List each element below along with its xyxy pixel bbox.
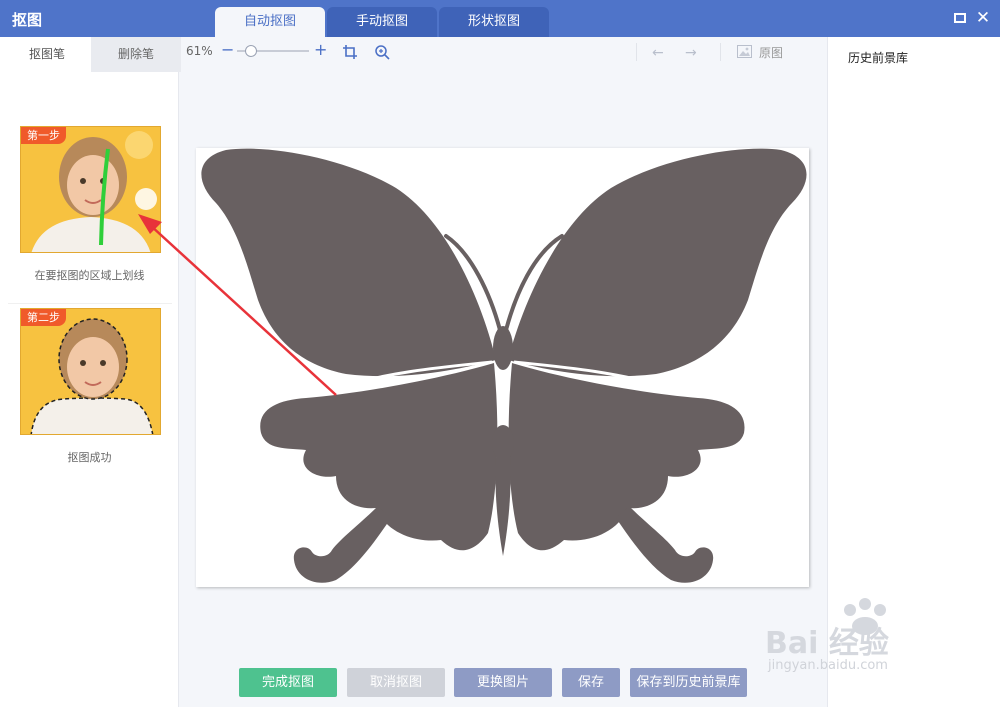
zoom-in-button[interactable]: + <box>314 40 327 59</box>
magnifier-icon[interactable] <box>374 44 390 60</box>
save-to-history-button[interactable]: 保存到历史前景库 <box>630 668 747 697</box>
zoom-slider-handle[interactable] <box>245 45 258 57</box>
step2-caption: 抠图成功 <box>67 451 112 464</box>
matting-window: 抠图 自动抠图 手动抠图 形状抠图 ✕ 抠图笔 删除笔 第一步 在要抠图的区域上… <box>0 0 1000 707</box>
baby-photo-cutout <box>21 309 160 434</box>
maximize-icon <box>954 13 966 23</box>
step2-badge: 第二步 <box>21 309 66 326</box>
watermark-logo: Bai 经验 <box>765 626 889 661</box>
original-image-icon[interactable] <box>737 45 752 58</box>
finish-matting-button[interactable]: 完成抠图 <box>239 668 337 697</box>
original-image-label[interactable]: 原图 <box>759 44 783 61</box>
history-title: 历史前景库 <box>848 51 909 65</box>
watermark-url: jingyan.baidu.com <box>768 658 888 673</box>
undo-arrow-icon[interactable]: ← <box>652 45 664 61</box>
close-button[interactable]: ✕ <box>973 8 993 28</box>
tab-erase-pen[interactable]: 删除笔 <box>91 37 181 72</box>
butterfly-image[interactable] <box>196 148 809 587</box>
crop-icon[interactable] <box>342 44 358 60</box>
step1-badge: 第一步 <box>21 127 66 144</box>
step1-example-image: 第一步 <box>20 126 161 253</box>
tab-matting-pen[interactable]: 抠图笔 <box>2 37 92 72</box>
zoom-out-button[interactable]: − <box>221 40 234 59</box>
left-panel: 抠图笔 删除笔 第一步 在要抠图的区域上划线 第二步 抠图成功 <box>0 37 181 707</box>
maximize-button[interactable] <box>950 8 970 28</box>
step2-example-image: 第二步 <box>20 308 161 435</box>
replace-image-button[interactable]: 更换图片 <box>454 668 552 697</box>
app-title: 抠图 <box>12 11 43 29</box>
divider <box>8 303 172 304</box>
editing-canvas[interactable] <box>196 148 809 587</box>
zoom-percent: 61% <box>186 44 213 58</box>
tab-auto-matting[interactable]: 自动抠图 <box>215 7 325 37</box>
toolbar-separator <box>720 43 721 61</box>
tab-shape-matting[interactable]: 形状抠图 <box>439 7 549 37</box>
canvas-toolbar: 61% − + ← → 原图 <box>180 37 827 67</box>
baby-photo <box>21 127 160 252</box>
tab-manual-matting[interactable]: 手动抠图 <box>327 7 437 37</box>
toolbar-separator <box>636 43 637 61</box>
step1-caption: 在要抠图的区域上划线 <box>34 269 145 282</box>
cancel-matting-button[interactable]: 取消抠图 <box>347 668 445 697</box>
close-icon: ✕ <box>975 8 991 28</box>
save-button[interactable]: 保存 <box>562 668 620 697</box>
redo-arrow-icon[interactable]: → <box>685 45 697 61</box>
title-bar: 抠图 自动抠图 手动抠图 形状抠图 ✕ <box>0 0 1000 37</box>
